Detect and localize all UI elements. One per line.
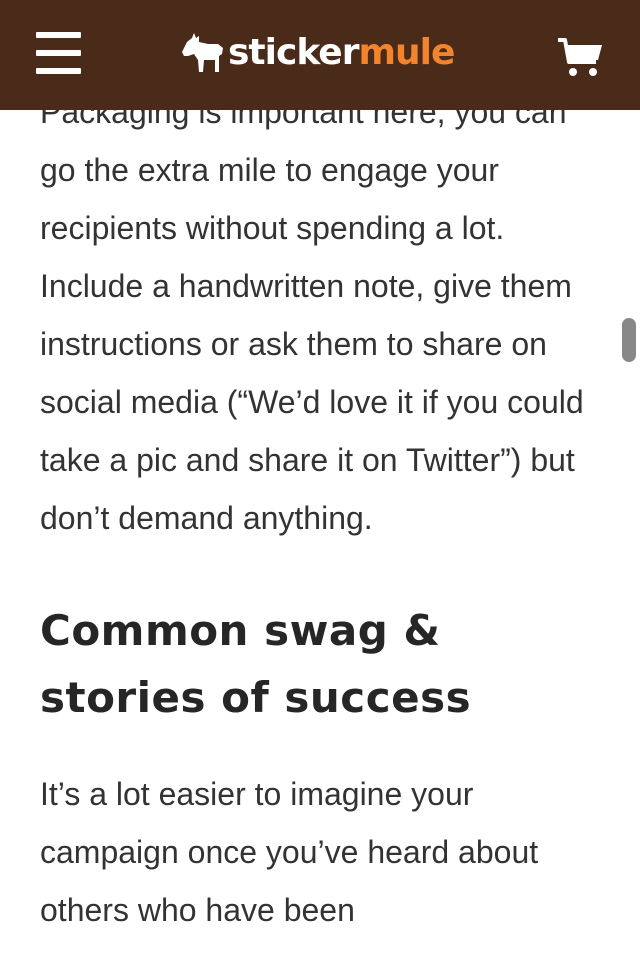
mule-icon [182, 33, 223, 72]
site-header: sticker mule [0, 0, 640, 110]
article-paragraph: Packaging is important here, you can go … [40, 94, 584, 536]
article-paragraph: It’s a lot easier to imagine your campai… [40, 776, 539, 928]
sticker-mule-logo[interactable]: sticker mule [180, 28, 455, 78]
logo-text-mule: mule [358, 32, 455, 73]
scrollbar-thumb[interactable] [622, 318, 636, 362]
logo-text-sticker: sticker [228, 32, 359, 73]
cart-glyph [558, 38, 602, 76]
hamburger-menu-icon[interactable] [36, 32, 82, 74]
shopping-cart-icon[interactable] [556, 36, 604, 78]
article-body: Packaging is important here, you can go … [40, 83, 610, 939]
section-heading: Common swag & stories of success [40, 606, 472, 722]
